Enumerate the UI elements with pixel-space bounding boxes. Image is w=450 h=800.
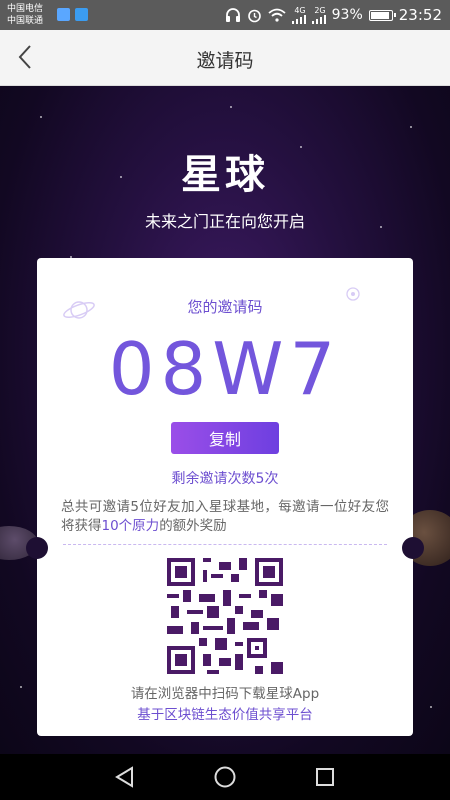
qr-code — [167, 558, 283, 674]
signal-1-bars-icon — [291, 14, 306, 24]
platform-tagline: 基于区块链生态价值共享平台 — [137, 707, 313, 723]
carrier-info: 中国电信 中国联通 — [7, 3, 43, 27]
invite-description: 总共可邀请5位好友加入星球基地，每邀请一位好友您将获得10个原力的额外奖励 — [61, 498, 389, 536]
battery-percent: 93% — [331, 7, 363, 23]
invite-code-label: 您的邀请码 — [187, 298, 263, 316]
signal-2: 2G — [311, 5, 326, 24]
copy-button[interactable]: 复制 — [171, 422, 279, 454]
scan-download-tip: 请在浏览器中扫码下载星球App — [130, 686, 320, 702]
carrier-2: 中国联通 — [7, 16, 44, 26]
notification-message-icon — [75, 8, 88, 21]
clock: 23:52 — [398, 6, 442, 24]
alarm-icon — [247, 9, 261, 22]
description-text-2: 的额外奖励 — [159, 518, 227, 534]
carrier-1: 中国电信 — [7, 4, 44, 14]
nav-home-button[interactable] — [210, 763, 240, 791]
card-notch-left — [26, 537, 48, 559]
notification-icons — [57, 8, 88, 21]
reward-highlight: 10个原力 — [101, 518, 160, 534]
dashed-divider — [63, 544, 387, 545]
status-icons: 4G 2G 93% 23:52 — [225, 0, 442, 30]
invite-card: 您的邀请码 08W7 复制 剩余邀请次数5次 总共可邀请5位好友加入星球基地，每… — [26, 258, 424, 736]
nav-recents-button[interactable] — [310, 763, 340, 791]
system-nav-bar — [0, 754, 450, 800]
nav-back-button[interactable] — [110, 763, 140, 791]
battery-icon — [368, 9, 396, 21]
page-title: 邀请码 — [196, 50, 254, 72]
square-recents-icon — [316, 768, 334, 786]
notification-app-icon — [57, 8, 70, 21]
triangle-back-icon — [115, 766, 133, 788]
circle-home-icon — [214, 766, 236, 788]
signal-1-label: 4G — [294, 5, 306, 15]
slogan: 未来之门正在向您开启 — [144, 212, 305, 231]
remaining-invites: 剩余邀请次数5次 — [171, 471, 279, 487]
status-bar: 中国电信 中国联通 4G 2G 93% 23:52 — [0, 0, 450, 30]
headphones-icon — [225, 8, 240, 22]
app-bar: 邀请码 — [0, 30, 450, 86]
signal-1: 4G — [291, 5, 306, 24]
star-logo: 星球 — [181, 152, 269, 198]
wifi-icon — [268, 8, 286, 22]
hero-background: 星球 未来之门正在向您开启 您的邀请码 08W7 复制 剩余邀请次数5次 总共可… — [0, 86, 450, 754]
signal-2-bars-icon — [311, 14, 326, 24]
invite-code: 08W7 — [108, 327, 342, 411]
card-notch-right — [402, 537, 424, 559]
signal-2-label: 2G — [314, 5, 326, 15]
